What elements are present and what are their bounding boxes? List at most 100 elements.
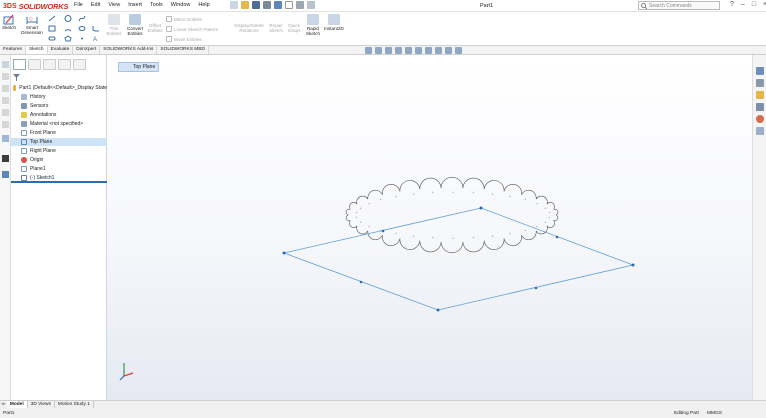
display-manager-tab-icon[interactable]: [73, 59, 86, 70]
midpoint[interactable]: [381, 229, 385, 233]
rail-library-icon[interactable]: [2, 85, 9, 92]
corner-point[interactable]: [282, 251, 286, 255]
feature-tree-tab-icon[interactable]: [13, 59, 26, 70]
point-icon[interactable]: [78, 35, 86, 42]
corner-point[interactable]: [479, 206, 483, 210]
appearances-icon[interactable]: [756, 115, 764, 123]
tree-item-sensors[interactable]: Sensors: [11, 102, 107, 110]
tree-item-right-plane[interactable]: Right Plane: [11, 147, 107, 155]
tab-dimxpert[interactable]: DimXpert: [73, 46, 101, 54]
spline-icon[interactable]: [78, 15, 86, 22]
ellipse-icon[interactable]: [78, 25, 86, 32]
configuration-manager-tab-icon[interactable]: [43, 59, 56, 70]
convert-entities-button[interactable]: Convert Entities: [125, 14, 145, 36]
status-units[interactable]: MMGS: [707, 411, 722, 416]
help-icon[interactable]: ?: [730, 1, 734, 8]
solidworks-resources-icon[interactable]: [756, 67, 764, 75]
top-plane-sketch-plane[interactable]: [282, 206, 635, 312]
repair-sketch-button[interactable]: Repair Sketch: [266, 23, 286, 33]
slot-icon[interactable]: [48, 35, 56, 42]
circle-icon[interactable]: [64, 15, 72, 22]
tree-item-plane1[interactable]: Plane1: [11, 165, 107, 173]
rail-resources-icon[interactable]: [2, 73, 9, 80]
rail-monitor-icon[interactable]: [2, 155, 9, 162]
open-folder-icon[interactable]: [241, 1, 249, 9]
file-explorer-icon[interactable]: [756, 91, 764, 99]
tab-scroll-icon[interactable]: ◂▸: [0, 401, 7, 408]
rapid-sketch-button[interactable]: Rapid Sketch: [304, 14, 322, 36]
menu-tools[interactable]: Tools: [146, 2, 167, 8]
tree-item-origin[interactable]: Origin: [11, 156, 107, 164]
tab-sketch[interactable]: Sketch: [25, 46, 48, 54]
text-icon[interactable]: A: [92, 35, 100, 42]
tree-root-part[interactable]: Part1 (Default<<Default>_Display State: [11, 84, 107, 92]
rail-sketch-icon[interactable]: [2, 171, 9, 178]
tab-3d-views[interactable]: 3D Views: [28, 400, 55, 408]
midpoint[interactable]: [555, 235, 559, 239]
dimxpert-manager-tab-icon[interactable]: [58, 59, 71, 70]
new-document-icon[interactable]: [230, 1, 238, 9]
menu-view[interactable]: View: [104, 2, 124, 8]
solidworks-logo[interactable]: 3DS SOLIDWORKS: [3, 1, 68, 11]
filter-icon[interactable]: [13, 74, 20, 81]
tab-motion-study[interactable]: Motion Study 1: [55, 400, 94, 408]
options-gear-icon[interactable]: [307, 1, 315, 9]
tab-mbd[interactable]: SOLIDWORKS MBD: [157, 46, 209, 54]
sketch-button[interactable]: Sketch: [2, 14, 16, 30]
tree-item-top-plane[interactable]: Top Plane: [11, 138, 107, 146]
undo-icon[interactable]: [274, 1, 282, 9]
tree-item-history[interactable]: History: [11, 93, 107, 101]
smart-dimension-button[interactable]: ◇ Smart Dimension: [20, 14, 44, 35]
quick-snaps-button[interactable]: Quick Snaps: [286, 23, 302, 33]
tab-addins[interactable]: SOLIDWORKS Add-Ins: [100, 46, 158, 54]
menu-file[interactable]: File: [70, 2, 87, 8]
linear-pattern-button[interactable]: Linear Sketch Pattern: [166, 26, 218, 32]
rail-home-icon[interactable]: [2, 61, 9, 68]
rail-view-palette-icon[interactable]: [2, 109, 9, 116]
zoom-to-area-icon[interactable]: [375, 47, 382, 54]
menu-insert[interactable]: Insert: [124, 2, 146, 8]
move-entities-button[interactable]: Move Entities: [166, 36, 202, 42]
corner-point[interactable]: [436, 308, 440, 312]
line-icon[interactable]: [48, 15, 56, 22]
custom-properties-icon[interactable]: [756, 127, 764, 135]
instant2d-button[interactable]: Instant2D: [323, 14, 345, 31]
midpoint[interactable]: [359, 280, 363, 284]
tab-evaluate[interactable]: Evaluate: [48, 46, 74, 54]
maximize-icon[interactable]: □: [752, 1, 756, 8]
rectangle-icon[interactable]: [48, 25, 56, 32]
display-delete-relations-button[interactable]: Display/Delete Relations: [234, 23, 264, 33]
arc-icon[interactable]: [64, 25, 72, 32]
menu-window[interactable]: Window: [167, 2, 195, 8]
zoom-to-fit-icon[interactable]: [365, 47, 372, 54]
save-icon[interactable]: [252, 1, 260, 9]
polygon-icon[interactable]: [64, 35, 72, 42]
menu-help[interactable]: Help: [194, 2, 213, 8]
tab-features[interactable]: Features: [0, 46, 26, 54]
offset-entities-button[interactable]: Offset Entities: [146, 23, 164, 33]
midpoint[interactable]: [534, 286, 538, 290]
tree-item-material[interactable]: Material <not specified>: [11, 120, 107, 128]
design-library-icon[interactable]: [756, 79, 764, 87]
property-manager-tab-icon[interactable]: [28, 59, 41, 70]
print-icon[interactable]: [263, 1, 271, 9]
menu-edit[interactable]: Edit: [87, 2, 104, 8]
view-orientation-icon[interactable]: [405, 47, 412, 54]
mirror-entities-button[interactable]: Mirror Entities: [166, 16, 202, 22]
rebuild-icon[interactable]: [296, 1, 304, 9]
select-arrow-icon[interactable]: [285, 1, 293, 9]
view-settings-icon[interactable]: [455, 47, 462, 54]
trim-entities-button[interactable]: Trim Entities: [104, 14, 124, 36]
rollback-bar[interactable]: [11, 181, 107, 183]
rail-appearances-icon[interactable]: [2, 121, 9, 128]
tree-item-front-plane[interactable]: Front Plane: [11, 129, 107, 137]
corner-point[interactable]: [631, 263, 635, 267]
rail-plane-icon[interactable]: [2, 135, 9, 142]
fillet-icon[interactable]: [92, 25, 100, 32]
rail-explorer-icon[interactable]: [2, 97, 9, 104]
previous-view-icon[interactable]: [385, 47, 392, 54]
display-style-icon[interactable]: [415, 47, 422, 54]
search-commands-field[interactable]: Search Commands: [638, 1, 720, 10]
tree-item-annotations[interactable]: Annotations: [11, 111, 107, 119]
apply-scene-icon[interactable]: [445, 47, 452, 54]
